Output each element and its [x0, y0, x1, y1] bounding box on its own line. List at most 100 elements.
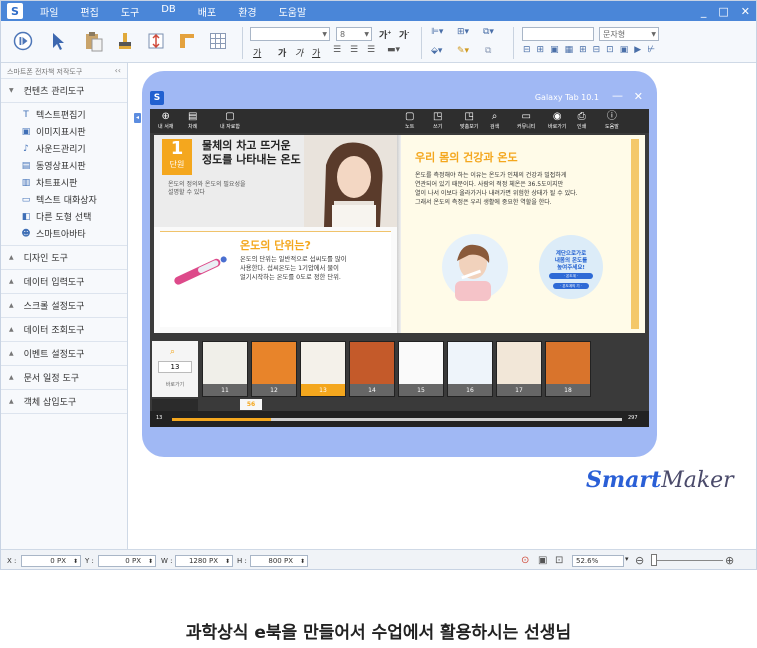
panel-toggle-icon[interactable]: ◂ [134, 113, 141, 123]
zoom-slider[interactable] [651, 560, 723, 561]
bubble-button-2[interactable]: · 온도계의 기 · [553, 283, 589, 289]
group-icon[interactable]: ⊞▾ [457, 27, 469, 37]
object-name-field[interactable] [522, 27, 594, 41]
menu-item-0[interactable]: 파일 [29, 4, 69, 19]
page-thumbnail[interactable]: 15 [398, 341, 444, 397]
x-field[interactable]: 0 PX ⬍ [21, 555, 81, 567]
page-thumbnail[interactable]: 16 [447, 341, 493, 397]
ebook-nav-right-6[interactable]: ⎙ 인쇄 [577, 111, 586, 130]
shrink-font-button[interactable]: 가- [399, 28, 409, 41]
grid-icon[interactable] [208, 30, 228, 52]
menu-item-1[interactable]: 편집 [69, 4, 109, 19]
tool-label: 이미지표시판 [36, 128, 86, 138]
paste-icon[interactable] [83, 30, 103, 52]
sidebar-category-3[interactable]: ▲ 스크롤 설정도구 [1, 294, 127, 318]
collapse-sidebar-icon[interactable]: ‹‹ [115, 66, 121, 75]
align-right-icon[interactable]: ☰ [367, 45, 375, 55]
sidebar-category-4[interactable]: ▲ 데이터 조회도구 [1, 318, 127, 342]
italic-button[interactable]: 가 [295, 46, 303, 59]
page-thumbnail[interactable]: 11 [202, 341, 248, 397]
zoom-field[interactable]: 52.6% [572, 555, 624, 567]
sidebar-category-5[interactable]: ▲ 이벤트 설정도구 [1, 342, 127, 366]
align-center-icon[interactable]: ☰ [350, 45, 358, 55]
close-button[interactable]: ✕ [741, 5, 750, 18]
underline-button[interactable]: 가 [312, 46, 320, 59]
menu-item-5[interactable]: 환경 [227, 4, 267, 19]
ebook-nav-right-0[interactable]: ▢ 노트 [405, 111, 414, 130]
sidebar-tool-2[interactable]: ♪ 사운드관리기 [1, 140, 127, 157]
device-minimize-button[interactable]: — [612, 89, 623, 102]
page-progress-track[interactable] [172, 418, 622, 421]
ebook-nav-right-1[interactable]: ◳ 쓰기 [433, 111, 442, 130]
zoom-out-icon[interactable]: ⊖ [635, 554, 644, 567]
height-field[interactable]: 800 PX ⬍ [250, 555, 308, 567]
copy-style-icon[interactable]: ⧉ [485, 46, 491, 56]
sidebar-tool-0[interactable]: T 텍스트편집기 [1, 106, 127, 123]
y-field[interactable]: 0 PX ⬍ [98, 555, 156, 567]
font-size-select[interactable]: 8 ▼ [336, 27, 372, 41]
page-number-input[interactable]: 13 [158, 361, 192, 373]
ebook-nav-right-3[interactable]: ⌕ 검색 [490, 111, 499, 130]
ebook-nav-right-5[interactable]: ◉ 바로가기 [548, 111, 566, 130]
ebook-nav-left-0[interactable]: ⊕ 내 서재 [158, 111, 173, 130]
page-thumbnail[interactable]: 13 [300, 341, 346, 397]
maximize-button[interactable]: □ [718, 5, 728, 18]
menu-item-4[interactable]: 배포 [187, 4, 227, 19]
sidebar-tool-1[interactable]: ▣ 이미지표시판 [1, 123, 127, 140]
line-color-icon[interactable]: ✎▾ [457, 46, 469, 56]
sidebar-tool-7[interactable]: ☻ 스마트아바타 [1, 225, 127, 242]
sidebar-category-2[interactable]: ▲ 데이터 입력도구 [1, 270, 127, 294]
sidebar-tool-4[interactable]: ▥ 차트표시판 [1, 174, 127, 191]
fill-color-icon[interactable]: ⬙▾ [431, 46, 442, 56]
order-icon[interactable]: ⧉▾ [483, 27, 494, 37]
page-thumbnail[interactable]: 14 [349, 341, 395, 397]
align-left-icon[interactable]: ☰ [333, 45, 341, 55]
align-vertical-icon[interactable] [146, 30, 166, 52]
sidebar-category-0[interactable]: ▼ 컨텐츠 관리도구 [1, 79, 127, 103]
format-brush-icon[interactable] [115, 30, 135, 52]
bold-button[interactable]: 가 [278, 46, 286, 59]
device-close-button[interactable]: ✕ [634, 90, 643, 103]
sidebar-category-7[interactable]: ▲ 객체 삽입도구 [1, 390, 127, 414]
sidebar-category-1[interactable]: ▲ 디자인 도구 [1, 246, 127, 270]
ruler-icon[interactable] [177, 30, 197, 52]
ebook-nav-right-7[interactable]: ⓘ 도움말 [605, 111, 619, 130]
preview-play-icon[interactable] [13, 30, 33, 52]
sidebar-category-label: 이벤트 설정도구 [23, 350, 85, 360]
record-icon[interactable]: ⊙ [521, 555, 529, 566]
align-objects-icon[interactable]: ⊫▾ [431, 27, 443, 37]
go-to-page-button[interactable]: 바로가기 [158, 381, 192, 388]
zoom-in-icon[interactable]: ⊕ [725, 554, 734, 567]
object-tools-row[interactable]: ⊟⊞▣▦⊞⊟⊡▣▶⊬ [523, 45, 661, 55]
zoom-dropdown-icon[interactable]: ▾ [625, 555, 629, 563]
menu-item-6[interactable]: 도움말 [268, 4, 318, 19]
line-style-icon[interactable]: ▬▾ [387, 45, 400, 55]
fit-icon[interactable]: ⊡ [555, 555, 563, 566]
ebook-nav-right-2[interactable]: ◳ 맞춤보기 [460, 111, 478, 130]
pointer-icon[interactable] [48, 30, 68, 52]
screen-icon[interactable]: ▣ [538, 555, 547, 566]
grow-font-button[interactable]: 가+ [379, 28, 391, 41]
tool-icon: ▣ [21, 126, 31, 137]
sidebar-tool-6[interactable]: ◧ 다른 도형 선택 [1, 208, 127, 225]
page-thumbnail[interactable]: 12 [251, 341, 297, 397]
sidebar-tool-5[interactable]: ▭ 텍스트 대화상자 [1, 191, 127, 208]
width-field[interactable]: 1280 PX ⬍ [175, 555, 233, 567]
ebook-nav-left-1[interactable]: ▤ 차례 [188, 111, 197, 130]
ebook-nav-left-2[interactable]: ▢ 내 자료함 [220, 111, 240, 130]
page-thumbnail[interactable]: 18 [545, 341, 591, 397]
tool-label: 사운드관리기 [36, 145, 86, 155]
text-color-button[interactable]: 가 [253, 46, 261, 59]
sidebar-tool-3[interactable]: ▤ 동영상표시판 [1, 157, 127, 174]
sidebar-category-6[interactable]: ▲ 문서 일정 도구 [1, 366, 127, 390]
ebook-nav-right-4[interactable]: ▭ 커뮤니티 [517, 111, 535, 130]
design-canvas[interactable]: ◂ S Galaxy Tab 10.1 — ✕ ⊕ 내 서재 ▤ 차례 ▢ 내 자료함 ▢ 노… [128, 63, 756, 549]
menu-item-3[interactable]: DB [150, 4, 187, 19]
page-thumbnail[interactable]: 17 [496, 341, 542, 397]
minimize-button[interactable]: _ [701, 5, 707, 18]
bubble-button-1[interactable]: · 온도계 · [549, 273, 593, 279]
font-family-select[interactable]: ▼ [250, 27, 330, 41]
menu-item-2[interactable]: 도구 [110, 4, 150, 19]
object-type-select[interactable]: 문자형 ▼ [599, 27, 659, 41]
zoom-slider-handle[interactable] [651, 554, 657, 566]
